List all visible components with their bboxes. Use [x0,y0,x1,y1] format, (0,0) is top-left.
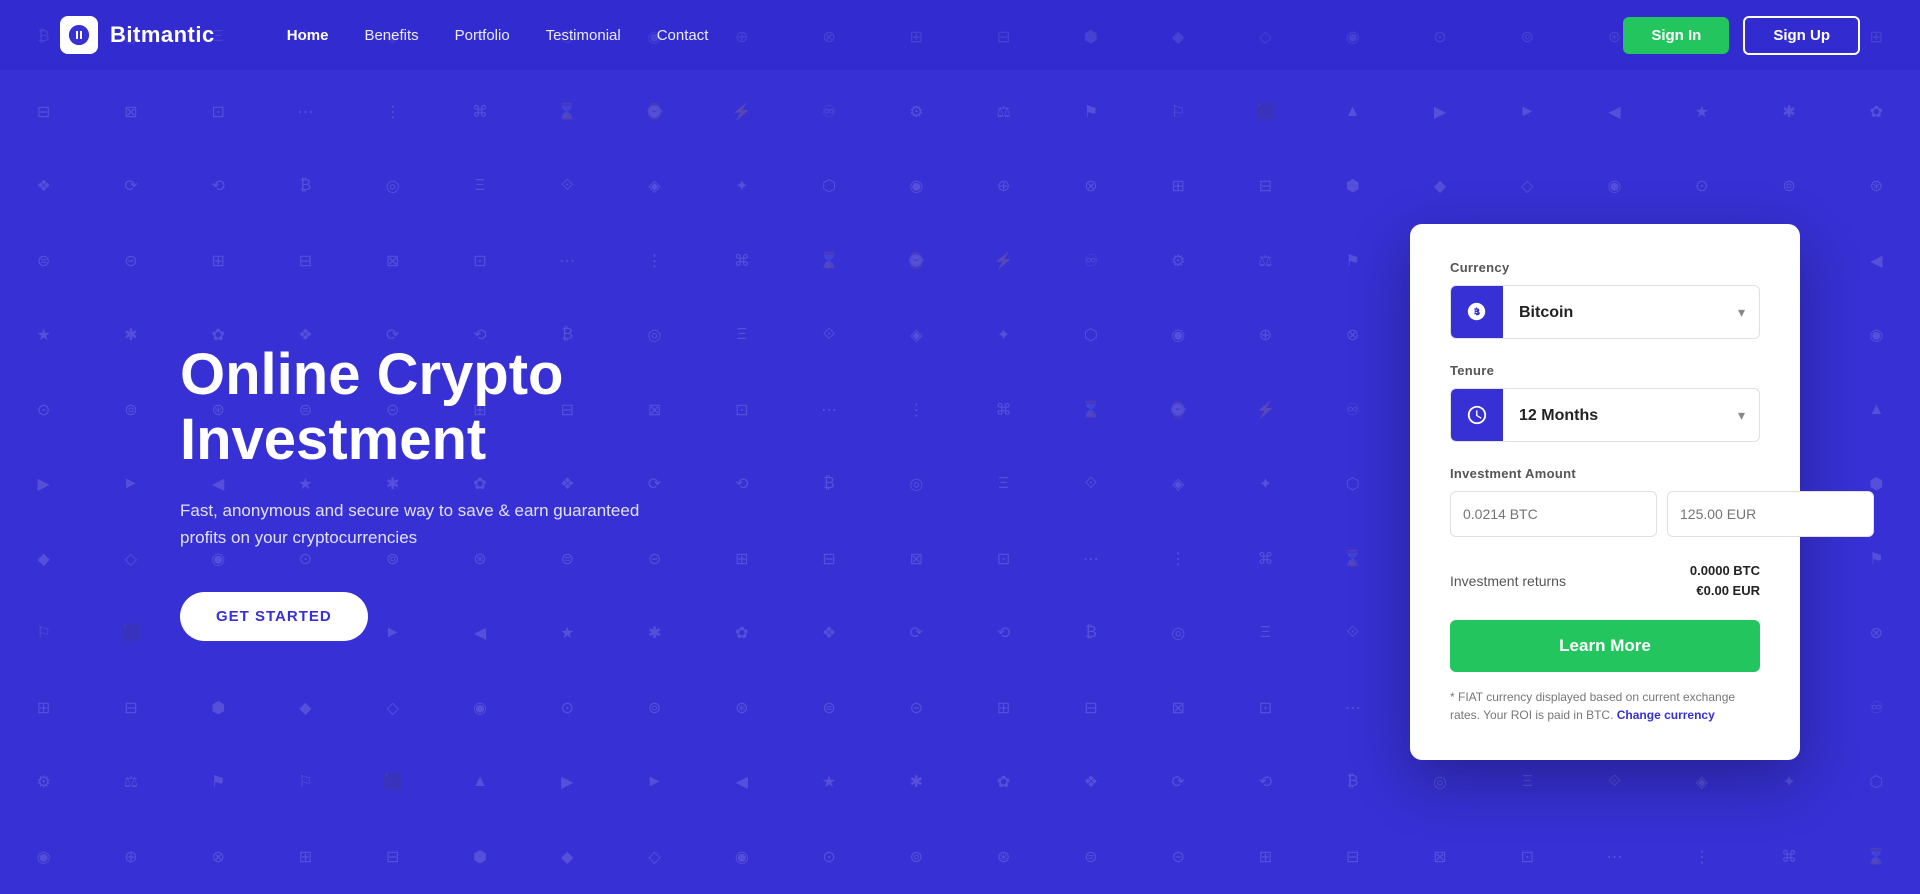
currency-select[interactable]: Bitcoin Ethereum Litecoin Ripple [1503,290,1738,335]
nav-right: Sign In Sign Up [1623,16,1860,55]
fiat-note: * FIAT currency displayed based on curre… [1450,688,1760,724]
hero-section: Online Crypto Investment Fast, anonymous… [180,343,680,640]
returns-value: 0.0000 BTC €0.00 EUR [1690,561,1760,600]
returns-row: Investment returns 0.0000 BTC €0.00 EUR [1450,561,1760,600]
nav-link-home[interactable]: Home [287,27,329,44]
nav-links: Home Benefits Portfolio Testimonial Cont… [287,27,709,44]
tenure-label: Tenure [1450,363,1760,378]
nav-link-portfolio[interactable]: Portfolio [455,27,510,44]
nav-link-benefits[interactable]: Benefits [364,27,418,44]
investment-card: Currency Bitcoin Ethereum Litecoin Rippl… [1410,224,1800,760]
nav-left: Bitmantic Home Benefits Portfolio Testim… [60,16,708,54]
amount-eur-input[interactable] [1667,491,1874,537]
tenure-chevron-icon: ▾ [1738,407,1759,424]
tenure-select[interactable]: 3 Months 6 Months 12 Months 24 Months [1503,393,1738,438]
navbar: Bitmantic Home Benefits Portfolio Testim… [0,0,1920,70]
signin-button[interactable]: Sign In [1623,17,1729,54]
returns-eur: €0.00 EUR [1690,581,1760,601]
tenure-section: Tenure 3 Months 6 Months 12 Months 24 Mo… [1450,363,1760,442]
tenure-select-wrapper: 3 Months 6 Months 12 Months 24 Months ▾ [1450,388,1760,442]
currency-chevron-icon: ▾ [1738,304,1759,321]
clock-icon [1466,404,1488,426]
returns-btc: 0.0000 BTC [1690,561,1760,581]
bitcoin-icon [1466,301,1488,323]
currency-label: Currency [1450,260,1760,275]
change-currency-link[interactable]: Change currency [1617,708,1715,722]
nav-link-testimonial[interactable]: Testimonial [546,27,621,44]
tenure-icon-box [1451,389,1503,441]
brand-name: Bitmantic [110,22,215,48]
main-content: Online Crypto Investment Fast, anonymous… [0,70,1920,894]
learn-more-button[interactable]: Learn More [1450,620,1760,672]
get-started-button[interactable]: GET STARTED [180,592,368,641]
logo-svg [67,23,91,47]
amount-row [1450,491,1760,537]
bitcoin-icon-box [1451,286,1503,338]
hero-subtitle: Fast, anonymous and secure way to save &… [180,497,680,551]
currency-select-wrapper: Bitcoin Ethereum Litecoin Ripple ▾ [1450,285,1760,339]
signup-button[interactable]: Sign Up [1743,16,1860,55]
amount-label: Investment amount [1450,466,1760,481]
hero-title: Online Crypto Investment [180,343,680,473]
amount-section: Investment amount [1450,466,1760,537]
currency-section: Currency Bitcoin Ethereum Litecoin Rippl… [1450,260,1760,339]
logo-icon [60,16,98,54]
returns-label: Investment returns [1450,573,1566,589]
amount-btc-input[interactable] [1450,491,1657,537]
nav-link-contact[interactable]: Contact [657,27,709,44]
